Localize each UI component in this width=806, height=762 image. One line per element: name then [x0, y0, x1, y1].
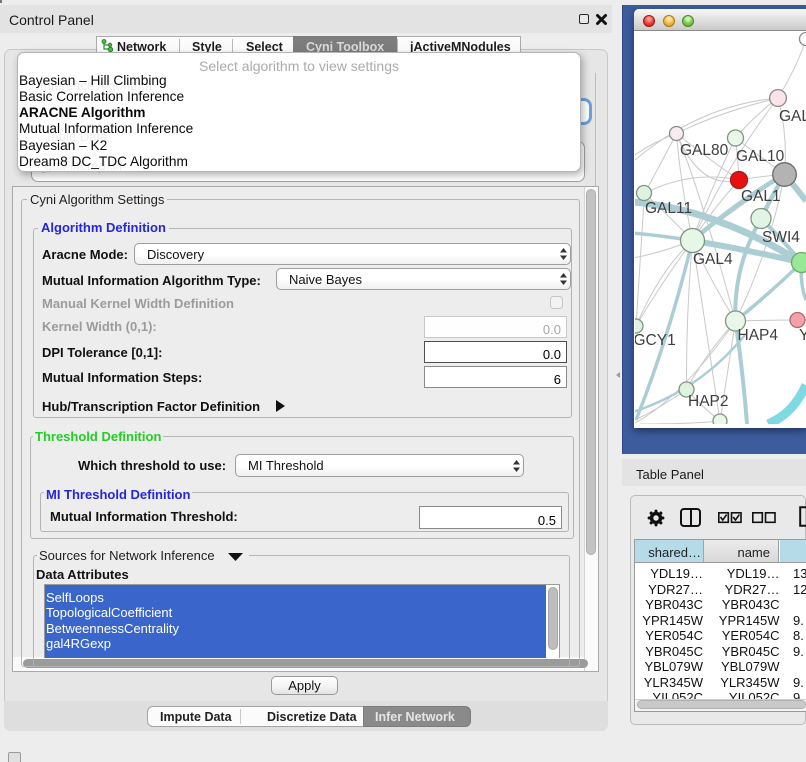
svg-text:GAL4: GAL4 [693, 251, 733, 268]
svg-text:Y: Y [799, 327, 806, 344]
svg-text:GAL7: GAL7 [779, 108, 806, 125]
svg-text:GAL10: GAL10 [736, 148, 785, 165]
svg-text:GCY1: GCY1 [635, 332, 676, 349]
svg-text:HAP4: HAP4 [738, 327, 779, 344]
svg-text:GAL1: GAL1 [741, 188, 781, 205]
svg-text:SWI4: SWI4 [762, 229, 800, 246]
svg-text:HAP2: HAP2 [688, 393, 729, 410]
svg-text:GAL11: GAL11 [645, 200, 692, 217]
svg-text:GAL80: GAL80 [680, 142, 729, 159]
